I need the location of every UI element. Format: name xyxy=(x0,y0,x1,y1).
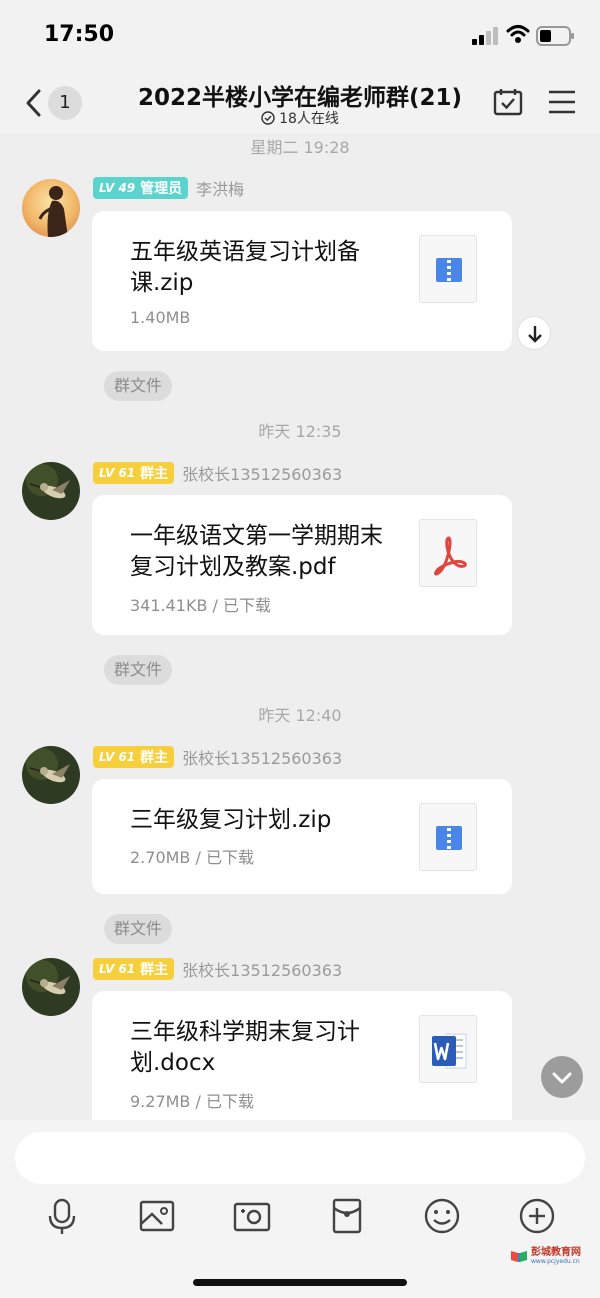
scroll-to-bottom-button[interactable] xyxy=(517,316,551,350)
online-count: 18人在线 xyxy=(279,111,339,127)
role-text: 群主 xyxy=(140,466,169,482)
plus-icon[interactable] xyxy=(515,1194,559,1238)
sender-row: LV 49 管理员 李洪梅 xyxy=(93,177,244,199)
avatar[interactable] xyxy=(22,179,80,237)
emoji-icon[interactable] xyxy=(420,1194,464,1238)
zip-file-icon xyxy=(419,235,477,303)
book-logo-icon xyxy=(511,1251,527,1262)
watermark: 彭城教育网 www.pcjyedu.cn xyxy=(510,1246,590,1266)
pdf-file-icon xyxy=(419,519,477,587)
red-packet-icon[interactable] xyxy=(325,1194,369,1238)
file-name: 五年级英语复习计划备课.zip xyxy=(130,239,360,296)
microphone-icon[interactable] xyxy=(40,1194,84,1238)
avatar[interactable] xyxy=(22,746,80,804)
status-bar: 17:50 xyxy=(0,0,600,70)
watermark-url: www.pcjyedu.cn xyxy=(531,1257,580,1265)
camera-icon[interactable] xyxy=(230,1194,274,1238)
group-file-tag[interactable]: 群文件 xyxy=(104,914,173,944)
file-name: 一年级语文第一学期期末复习计划及教案.pdf xyxy=(130,523,383,580)
wifi-icon xyxy=(506,25,530,43)
input-area: 彭城教育网 www.pcjyedu.cn xyxy=(0,1120,600,1298)
role-text: 群主 xyxy=(140,750,169,766)
sender-name[interactable]: 张校长13512560363 xyxy=(182,957,342,981)
cellular-signal-icon xyxy=(472,27,498,45)
timestamp-separator: 昨天 12:35 xyxy=(258,422,342,441)
unread-count-badge: 1 xyxy=(48,86,82,120)
level-text: LV 61 xyxy=(99,962,136,976)
file-card[interactable]: 三年级复习计划.zip 2.70MB / 已下载 xyxy=(92,779,512,894)
level-badge: LV 49 管理员 xyxy=(93,177,189,199)
timestamp-separator: 星期二 19:28 xyxy=(250,138,350,157)
file-name: 三年级复习计划.zip xyxy=(130,807,332,833)
check-circle-icon xyxy=(261,111,275,125)
timestamp-separator: 昨天 12:40 xyxy=(258,706,342,725)
sender-row: LV 61 群主 张校长13512560363 xyxy=(93,746,342,768)
calendar-check-icon[interactable] xyxy=(493,88,523,116)
file-card[interactable]: 五年级英语复习计划备课.zip 1.40MB xyxy=(92,211,512,351)
message-input[interactable] xyxy=(15,1132,585,1184)
file-meta: 1.40MB xyxy=(130,308,191,327)
chat-title[interactable]: 2022半楼小学在编老师群(21) xyxy=(100,78,500,112)
chat-header: 1 2022半楼小学在编老师群(21) 18人在线 xyxy=(0,70,600,134)
chevron-down-icon xyxy=(552,1072,572,1084)
file-name: 三年级科学期末复习计划.docx xyxy=(130,1019,360,1076)
watermark-name: 彭城教育网 xyxy=(531,1246,581,1258)
online-status: 18人在线 xyxy=(200,108,400,128)
level-text: LV 61 xyxy=(99,466,136,480)
home-indicator[interactable] xyxy=(193,1279,407,1286)
arrow-down-icon xyxy=(528,326,542,343)
level-text: LV 49 xyxy=(99,181,136,195)
file-meta: 2.70MB / 已下载 xyxy=(130,848,254,867)
sender-name[interactable]: 李洪梅 xyxy=(196,176,244,200)
sender-row: LV 61 群主 张校长13512560363 xyxy=(93,462,342,484)
level-text: LV 61 xyxy=(99,750,136,764)
level-badge: LV 61 群主 xyxy=(93,462,175,484)
sender-row: LV 61 群主 张校长13512560363 xyxy=(93,958,342,980)
chevron-left-icon xyxy=(26,89,41,117)
battery-icon xyxy=(536,26,574,46)
role-text: 管理员 xyxy=(140,181,183,197)
sender-name[interactable]: 张校长13512560363 xyxy=(182,461,342,485)
role-text: 群主 xyxy=(140,962,169,978)
image-icon[interactable] xyxy=(135,1194,179,1238)
level-badge: LV 61 群主 xyxy=(93,746,175,768)
menu-icon[interactable] xyxy=(548,90,576,114)
level-badge: LV 61 群主 xyxy=(93,958,175,980)
scroll-down-button[interactable] xyxy=(541,1056,583,1098)
status-time: 17:50 xyxy=(44,22,115,47)
word-file-icon xyxy=(419,1015,477,1083)
zip-file-icon xyxy=(419,803,477,871)
group-file-tag[interactable]: 群文件 xyxy=(104,655,173,685)
file-card[interactable]: 三年级科学期末复习计划.docx 9.27MB / 已下载 xyxy=(92,991,512,1131)
back-button[interactable]: 1 xyxy=(24,86,88,122)
file-card[interactable]: 一年级语文第一学期期末复习计划及教案.pdf 341.41KB / 已下载 xyxy=(92,495,512,635)
avatar[interactable] xyxy=(22,958,80,1016)
sender-name[interactable]: 张校长13512560363 xyxy=(182,745,342,769)
file-meta: 9.27MB / 已下载 xyxy=(130,1092,254,1111)
file-meta: 341.41KB / 已下载 xyxy=(130,596,272,615)
group-file-tag[interactable]: 群文件 xyxy=(104,371,173,401)
avatar[interactable] xyxy=(22,462,80,520)
